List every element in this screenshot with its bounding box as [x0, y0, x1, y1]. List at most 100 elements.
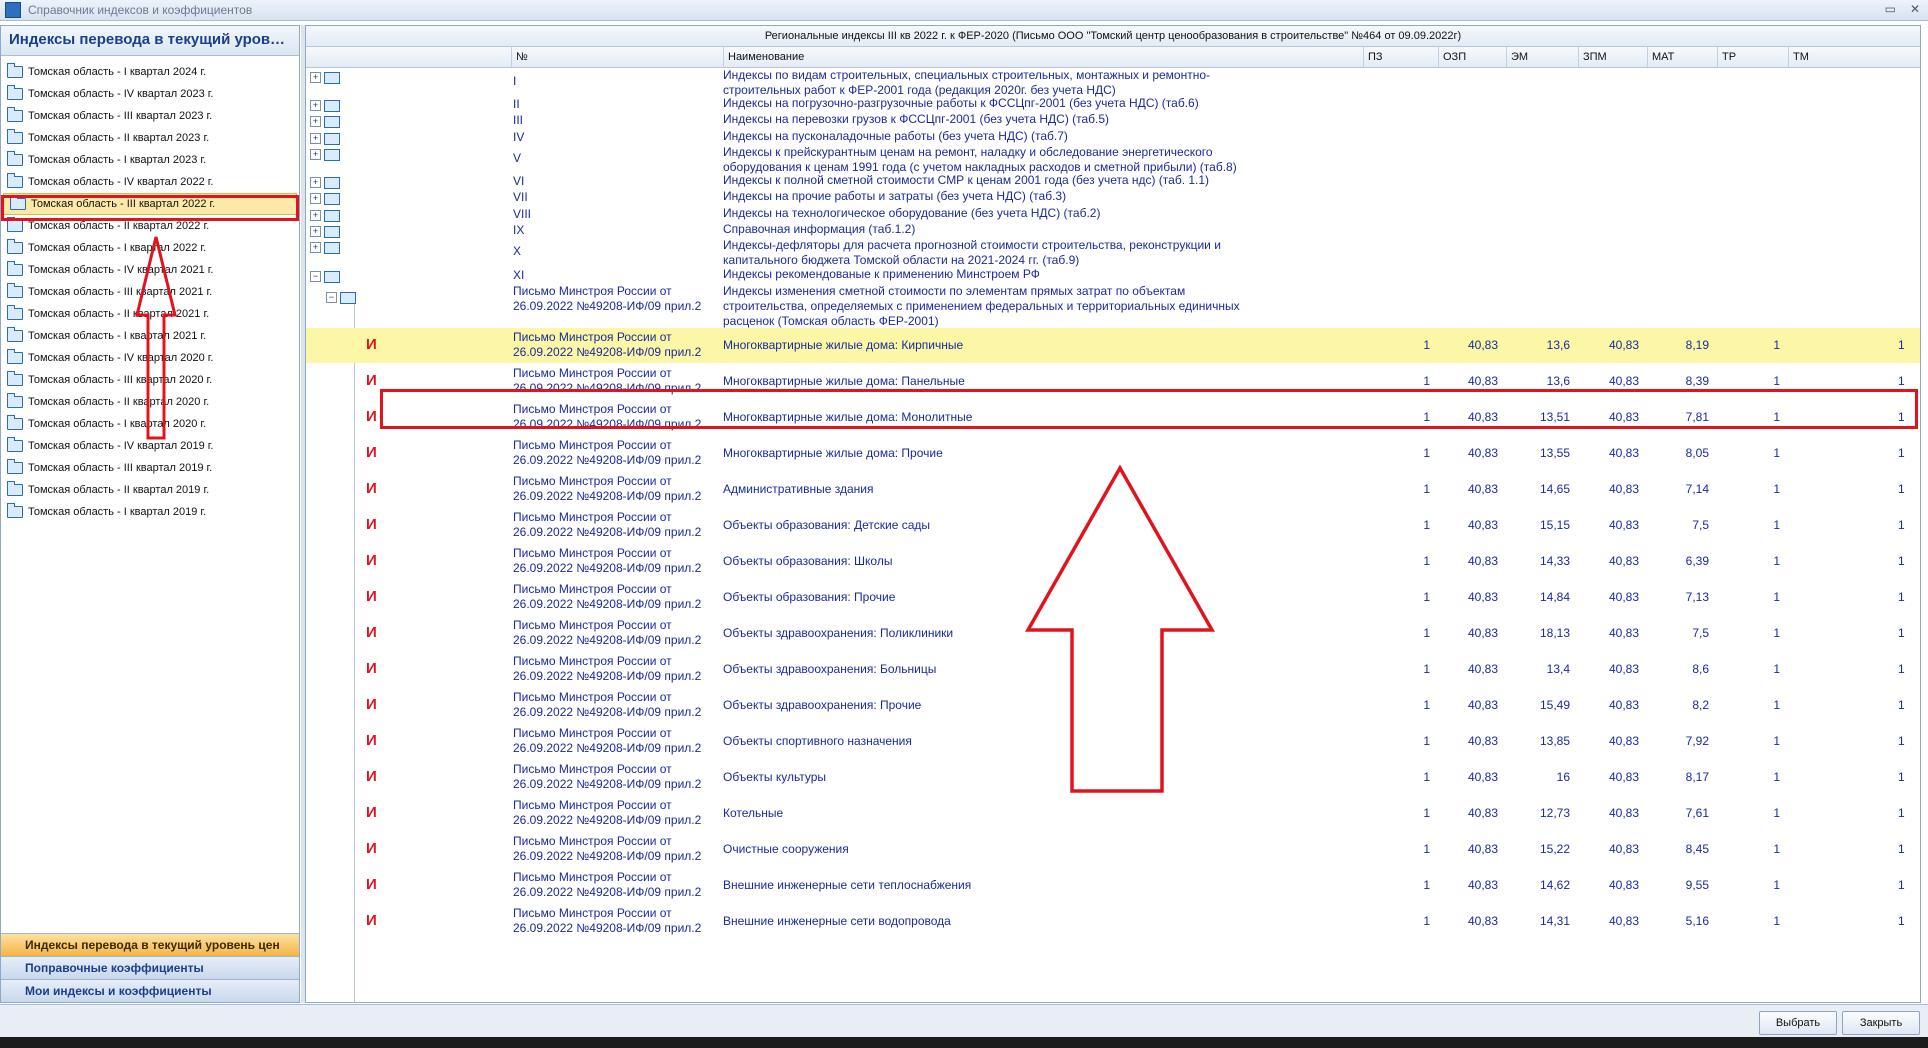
subgroup-row[interactable]: − Письмо Минстроя России от 26.09.2022 №4…: [306, 284, 1920, 328]
quarter-label: Томская область - I квартал 2019 г.: [28, 506, 207, 518]
expand-icon[interactable]: +: [310, 193, 321, 204]
nav-indexes[interactable]: Индексы перевода в текущий уровень цен: [1, 933, 299, 956]
group-row[interactable]: + VI Индексы к полной сметной стоимости СМ…: [306, 173, 1920, 189]
expand-icon[interactable]: +: [310, 116, 321, 127]
group-row[interactable]: + VIII Индексы на технологическое оборудов…: [306, 206, 1920, 222]
nav-my-indexes[interactable]: Мои индексы и коэффициенты: [1, 979, 299, 1002]
quarter-item[interactable]: Томская область - III квартал 2021 г.: [1, 281, 299, 303]
quarter-item[interactable]: Томская область - I квартал 2020 г.: [1, 413, 299, 435]
group-row[interactable]: + III Индексы на перевозки грузов к ФССЦпг…: [306, 112, 1920, 129]
folder-icon: [7, 349, 23, 364]
col-header-tr[interactable]: ТР: [1717, 47, 1788, 67]
col-header-em[interactable]: ЭМ: [1506, 47, 1578, 67]
index-row[interactable]: И Письмо Минстроя России от 26.09.2022 №4…: [306, 868, 1920, 903]
group-row[interactable]: + V Индексы к прейскурантным ценам на ремо…: [306, 145, 1920, 174]
index-row[interactable]: И Письмо Минстроя России от 26.09.2022 №4…: [306, 832, 1920, 867]
quarter-item[interactable]: Томская область - II квартал 2022 г.: [1, 215, 299, 237]
folder-icon: [7, 129, 23, 144]
quarter-item[interactable]: Томская область - IV квартал 2023 г.: [1, 83, 299, 105]
group-row[interactable]: − XI Индексы рекомендованые к применению М…: [306, 267, 1920, 284]
index-row[interactable]: И Письмо Минстроя России от 26.09.2022 №4…: [306, 796, 1920, 831]
quarter-item[interactable]: Томская область - I квартал 2021 г.: [1, 325, 299, 347]
group-row[interactable]: + IX Справочная информация (таб.1.2): [306, 222, 1920, 238]
expand-icon[interactable]: +: [310, 177, 321, 188]
index-row[interactable]: И Письмо Минстроя России от 26.09.2022 №4…: [306, 652, 1920, 687]
col-header-mat[interactable]: МАТ: [1647, 47, 1717, 67]
col-header-zpm[interactable]: ЗПМ: [1578, 47, 1647, 67]
index-row[interactable]: И Письмо Минстроя России от 26.09.2022 №4…: [306, 400, 1920, 435]
folder-icon: [10, 195, 26, 210]
quarter-item[interactable]: Томская область - III квартал 2023 г.: [1, 105, 299, 127]
group-row[interactable]: + IV Индексы на пусконаладочные работы (бе…: [306, 129, 1920, 145]
item-name: Объекты образования: Прочие: [723, 590, 896, 604]
restore-button[interactable]: ▭: [1885, 2, 1896, 16]
quarter-item[interactable]: Томская область - I квартал 2019 г.: [1, 501, 299, 523]
index-row[interactable]: И Письмо Минстроя России от 26.09.2022 №4…: [306, 328, 1920, 363]
quarter-item[interactable]: Томская область - III квартал 2020 г.: [1, 369, 299, 391]
index-row[interactable]: И Письмо Минстроя России от 26.09.2022 №4…: [306, 616, 1920, 651]
close-button[interactable]: Закрыть: [1842, 1011, 1920, 1035]
group-row[interactable]: + VII Индексы на прочие работы и затраты (…: [306, 189, 1920, 206]
item-name: Объекты спортивного назначения: [723, 734, 912, 748]
group-number: III: [513, 113, 524, 127]
col-header-num[interactable]: №: [511, 47, 723, 67]
collapse-icon[interactable]: −: [326, 292, 337, 303]
value-tr: 1: [1773, 626, 1780, 640]
collapse-icon[interactable]: −: [310, 271, 321, 282]
value-pz: 1: [1423, 446, 1430, 460]
close-window-button[interactable]: ✕: [1910, 2, 1920, 16]
index-type-icon: И: [366, 768, 377, 785]
quarter-item[interactable]: Томская область - II квартал 2023 г.: [1, 127, 299, 149]
folder-icon: [324, 193, 340, 205]
expand-icon[interactable]: +: [310, 149, 321, 160]
group-row[interactable]: + I Индексы по видам строительных, специал…: [306, 68, 1920, 97]
index-row[interactable]: И Письмо Минстроя России от 26.09.2022 №4…: [306, 580, 1920, 615]
expand-icon[interactable]: +: [310, 226, 321, 237]
folder-icon: [7, 371, 23, 386]
col-header-tm[interactable]: ТМ: [1788, 47, 1920, 67]
index-row[interactable]: И Письмо Минстроя России от 26.09.2022 №4…: [306, 544, 1920, 579]
quarter-item[interactable]: Томская область - II квартал 2021 г.: [1, 303, 299, 325]
expand-icon[interactable]: +: [310, 133, 321, 144]
quarter-item[interactable]: Томская область - I квартал 2022 г.: [1, 237, 299, 259]
value-em: 14,33: [1539, 554, 1570, 568]
index-row[interactable]: И Письмо Минстроя России от 26.09.2022 №4…: [306, 364, 1920, 399]
quarter-item[interactable]: Томская область - II квартал 2020 г.: [1, 391, 299, 413]
dialog-footer: Выбрать Закрыть: [0, 1004, 1928, 1038]
index-row[interactable]: И Письмо Минстроя России от 26.09.2022 №4…: [306, 688, 1920, 723]
quarter-item[interactable]: Томская область - II квартал 2019 г.: [1, 479, 299, 501]
expand-icon[interactable]: +: [310, 210, 321, 221]
group-row[interactable]: + X Индексы-дефляторы для расчета прогнозн…: [306, 238, 1920, 267]
index-row[interactable]: И Письмо Минстроя России от 26.09.2022 №4…: [306, 760, 1920, 795]
quarter-item[interactable]: Томская область - III квартал 2019 г.: [1, 457, 299, 479]
group-row[interactable]: + II Индексы на погрузочно-разгрузочные ра…: [306, 96, 1920, 112]
value-tm: 1: [1898, 626, 1905, 640]
quarter-item[interactable]: Томская область - III квартал 2022 г.: [3, 193, 297, 215]
group-name: Индексы на технологическое оборудование …: [723, 206, 1101, 220]
index-row[interactable]: И Письмо Минстроя России от 26.09.2022 №4…: [306, 472, 1920, 507]
index-row[interactable]: И Письмо Минстроя России от 26.09.2022 №4…: [306, 436, 1920, 471]
nav-correction-coefficients[interactable]: Поправочные коэффициенты: [1, 956, 299, 979]
value-zpm: 40,83: [1608, 842, 1639, 856]
quarter-item[interactable]: Томская область - IV квартал 2019 г.: [1, 435, 299, 457]
folder-icon: [7, 503, 23, 518]
col-header-name[interactable]: Наименование: [723, 47, 1363, 67]
quarter-item[interactable]: Томская область - I квартал 2023 г.: [1, 149, 299, 171]
index-row[interactable]: И Письмо Минстроя России от 26.09.2022 №4…: [306, 724, 1920, 759]
col-header-pz[interactable]: ПЗ: [1363, 47, 1438, 67]
quarter-item[interactable]: Томская область - IV квартал 2022 г.: [1, 171, 299, 193]
expand-icon[interactable]: +: [310, 72, 321, 83]
quarter-item[interactable]: Томская область - IV квартал 2020 г.: [1, 347, 299, 369]
index-row[interactable]: И Письмо Минстроя России от 26.09.2022 №4…: [306, 508, 1920, 543]
value-tr: 1: [1773, 662, 1780, 676]
title-bar: Справочник индексов и коэффициентов ▭ ✕: [0, 0, 1928, 21]
index-row[interactable]: И Письмо Минстроя России от 26.09.2022 №4…: [306, 904, 1920, 939]
folder-icon: [324, 271, 340, 283]
expand-icon[interactable]: +: [310, 100, 321, 111]
quarter-item[interactable]: Томская область - I квартал 2024 г.: [1, 61, 299, 83]
select-button[interactable]: Выбрать: [1759, 1011, 1837, 1035]
value-pz: 1: [1423, 914, 1430, 928]
col-header-ozp[interactable]: ОЗП: [1438, 47, 1506, 67]
expand-icon[interactable]: +: [310, 242, 321, 253]
quarter-item[interactable]: Томская область - IV квартал 2021 г.: [1, 259, 299, 281]
